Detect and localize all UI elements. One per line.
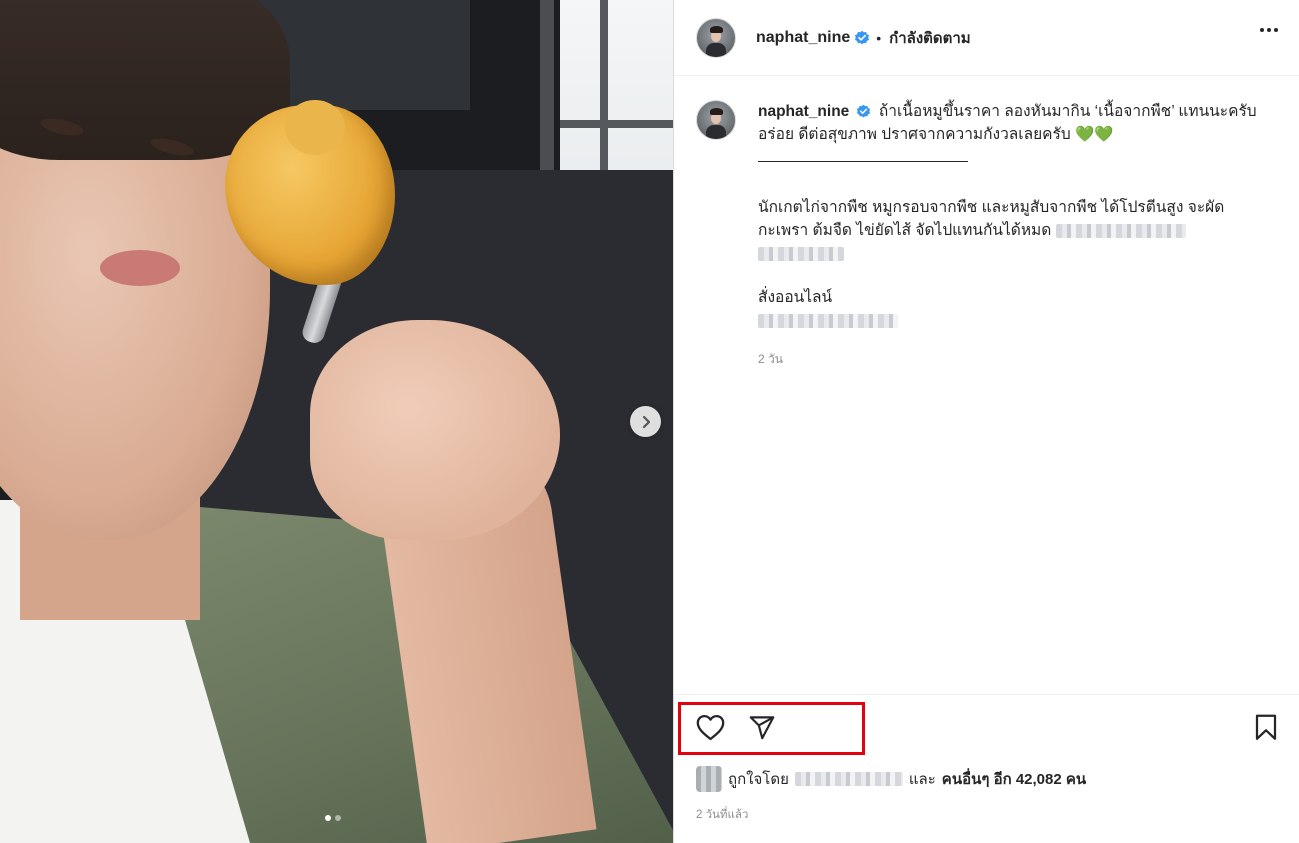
blurred-hashtags [1055, 223, 1186, 238]
caption-text-block: naphat_nine ถ้าเนื้อหมูขึ้นราคา ลองหันมา… [696, 100, 1286, 148]
likes-others-link[interactable]: คนอื่นๆ อีก 42,082 คน [942, 767, 1086, 791]
header-user: naphat_nine • กำลังติดตาม [756, 26, 971, 50]
chevron-right-icon [642, 415, 650, 428]
post-media[interactable] [0, 0, 673, 843]
more-options-icon[interactable] [1260, 28, 1278, 32]
caption-age: 2 วัน [758, 352, 783, 366]
verified-badge-icon [856, 105, 870, 118]
carousel-dot [335, 815, 341, 821]
blurred-hashtags [758, 246, 844, 261]
caption-divider [758, 161, 968, 162]
carousel-next-button[interactable] [630, 406, 661, 437]
liker-avatar[interactable] [696, 766, 722, 792]
order-online-label: สั่งออนไลน์ [758, 289, 833, 306]
heart-icon [696, 714, 725, 741]
save-button[interactable] [1254, 714, 1278, 741]
paper-plane-icon [749, 716, 775, 740]
likes-prefix: ถูกใจโดย [728, 771, 789, 788]
carousel-dot-active [325, 815, 331, 821]
caption-line-1: ถ้าเนื้อหมูขึ้นราคา ลองหันมากิน ‘เนื้อจา… [878, 103, 1257, 120]
post-side-panel: naphat_nine • กำลังติดตาม naphat_nine ถ้… [673, 0, 1299, 843]
bookmark-icon [1255, 714, 1277, 740]
header-username[interactable]: naphat_nine [756, 29, 850, 47]
carousel-indicator [325, 815, 341, 821]
media-nugget-bump [285, 100, 345, 155]
caption-para-line-1: นักเกตไก่จากพืช หมูกรอบจากพืช และหมูสับจ… [758, 199, 1225, 216]
post-actions-bar [674, 694, 1299, 755]
author-avatar[interactable] [696, 18, 736, 58]
blurred-link[interactable] [758, 313, 898, 328]
caption-para-line-2: กะเพรา ต้มจืด ไข่ยัดไส้ จัดไปแทนกันได้หม… [758, 222, 1052, 239]
media-lips [100, 250, 180, 286]
caption-line-2: อร่อย ดีต่อสุขภาพ ปราศจากความกังวลเลยครั… [758, 126, 1071, 143]
order-online-block: สั่งออนไลน์ [758, 286, 1288, 332]
caption-username[interactable]: naphat_nine [758, 103, 849, 120]
verified-badge-icon [855, 30, 870, 45]
header-separator: • [876, 30, 882, 46]
caption-paragraph: นักเกตไก่จากพืช หมูกรอบจากพืช และหมูสับจ… [758, 196, 1288, 265]
share-button[interactable] [748, 714, 776, 741]
post-timestamp[interactable]: 2 วันที่แล้ว [696, 806, 748, 824]
like-button[interactable] [696, 714, 725, 741]
likes-summary: ถูกใจโดย และ คนอื่นๆ อีก 42,082 คน [696, 766, 1086, 792]
green-hearts-emoji: 💚💚 [1075, 126, 1114, 143]
likes-and: และ [908, 771, 936, 788]
post-header: naphat_nine • กำลังติดตาม [674, 0, 1299, 76]
blurred-liker-name[interactable] [794, 772, 903, 786]
follow-status-button[interactable]: กำลังติดตาม [889, 26, 971, 50]
post-caption: naphat_nine ถ้าเนื้อหมูขึ้นราคา ลองหันมา… [696, 100, 1286, 148]
